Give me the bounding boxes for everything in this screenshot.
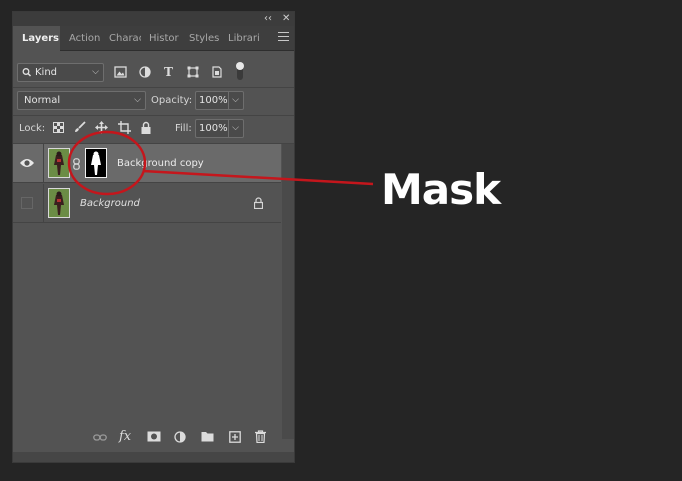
- panel-bottom-strip: [13, 452, 294, 462]
- layer-locked-padlock-icon[interactable]: [253, 197, 264, 212]
- new-adjustment-layer-icon[interactable]: [174, 431, 187, 446]
- new-layer-icon[interactable]: [229, 431, 241, 446]
- mask-callout-label: Mask: [381, 165, 501, 214]
- filter-shape-icon[interactable]: [187, 66, 199, 81]
- panel-title-strip: ‹‹ ✕: [13, 12, 294, 26]
- chevron-down-icon: ⌵: [92, 67, 99, 77]
- tab-libraries[interactable]: Librari: [228, 26, 262, 51]
- panel-menu-icon[interactable]: [278, 32, 289, 42]
- add-layer-mask-icon[interactable]: [147, 431, 161, 445]
- layer-image-thumbnail[interactable]: [48, 188, 70, 218]
- tab-layers[interactable]: Layers: [13, 26, 60, 52]
- lock-artboard-crop-icon[interactable]: [118, 121, 131, 137]
- new-group-folder-icon[interactable]: [201, 431, 214, 445]
- filter-adjustment-icon[interactable]: [139, 66, 151, 81]
- visibility-eye-icon[interactable]: [19, 157, 35, 169]
- panel-tab-bar: Layers Action Charac Histor Styles Libra…: [13, 26, 294, 52]
- mask-link-chain-icon[interactable]: [73, 158, 80, 173]
- lock-label: Lock:: [19, 123, 46, 134]
- link-layers-icon[interactable]: [93, 432, 107, 446]
- layer-row-background[interactable]: Background: [13, 184, 281, 223]
- layers-bottom-toolbar: fx: [13, 428, 294, 450]
- tab-styles[interactable]: Styles: [189, 26, 222, 51]
- divider: [13, 115, 294, 116]
- layer-name[interactable]: Background copy: [117, 144, 204, 183]
- visibility-toggle-empty[interactable]: [21, 197, 33, 209]
- layer-image-thumbnail[interactable]: [48, 148, 70, 178]
- delete-layer-trash-icon[interactable]: [255, 430, 266, 446]
- lock-position-move-icon[interactable]: [95, 121, 108, 137]
- chevron-down-icon: ⌵: [232, 95, 239, 105]
- divider: [13, 87, 294, 88]
- filter-toggle-switch[interactable]: [235, 61, 245, 84]
- filter-kind-dropdown[interactable]: Kind ⌵: [17, 63, 104, 82]
- lock-all-padlock-icon[interactable]: [141, 121, 151, 137]
- layer-name[interactable]: Background: [80, 184, 140, 223]
- search-icon: [22, 64, 32, 87]
- filter-type-icon[interactable]: T: [164, 65, 173, 79]
- filter-smart-object-icon[interactable]: [211, 66, 223, 81]
- fill-input[interactable]: 100% ⌵: [195, 119, 244, 138]
- lock-image-pixels-brush-icon[interactable]: [74, 121, 86, 136]
- layer-mask-thumbnail[interactable]: [85, 148, 107, 178]
- tab-character[interactable]: Charac: [109, 26, 141, 51]
- layer-style-fx-icon[interactable]: fx: [119, 430, 131, 444]
- collapse-panel-button[interactable]: ‹‹: [264, 12, 272, 26]
- tab-actions[interactable]: Action: [69, 26, 104, 51]
- layers-scrollbar[interactable]: [282, 144, 294, 439]
- tab-history[interactable]: Histor: [149, 26, 182, 51]
- filter-pixel-icon[interactable]: [114, 66, 127, 81]
- chevron-down-icon: ⌵: [232, 123, 239, 133]
- fill-label: Fill:: [175, 123, 192, 134]
- layers-panel: ‹‹ ✕ Layers Action Charac Histor Styles …: [12, 11, 295, 463]
- close-panel-button[interactable]: ✕: [282, 12, 290, 26]
- layer-row-background-copy[interactable]: Background copy: [13, 144, 281, 183]
- chevron-down-icon: ⌵: [134, 95, 141, 105]
- opacity-input[interactable]: 100% ⌵: [195, 91, 244, 110]
- lock-transparent-pixels-icon[interactable]: [53, 122, 64, 136]
- opacity-label: Opacity:: [151, 95, 193, 106]
- blend-mode-dropdown[interactable]: Normal ⌵: [17, 91, 146, 110]
